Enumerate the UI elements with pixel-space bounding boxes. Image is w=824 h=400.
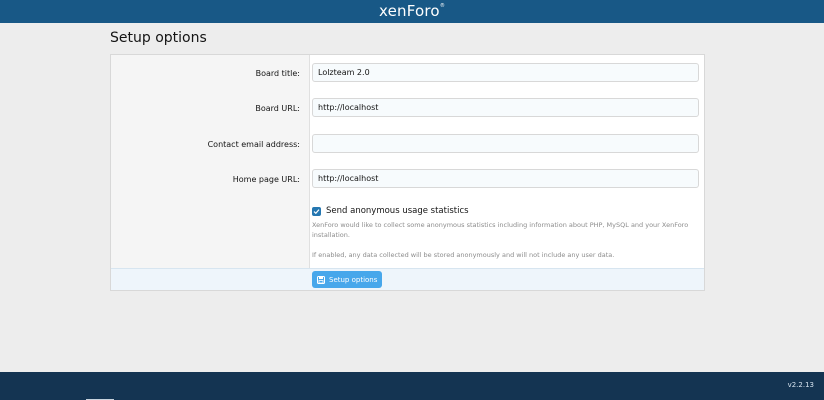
form-submit-row: Setup options (111, 268, 704, 290)
home-page-url-label: Home page URL: (232, 175, 300, 184)
board-url-label: Board URL: (255, 104, 300, 113)
contact-email-label: Contact email address: (207, 140, 300, 149)
board-title-input[interactable] (312, 63, 699, 82)
setup-options-button[interactable]: Setup options (312, 271, 383, 288)
board-title-label: Board title: (255, 69, 300, 78)
version-label: v2.2.13 (787, 381, 814, 389)
xenforo-logo: xenForo® (378, 2, 446, 20)
usage-stats-privacy-hint: If enabled, any data collected will be s… (312, 251, 615, 259)
setup-options-button-label: Setup options (329, 275, 378, 284)
usage-stats-label: Send anonymous usage statistics (326, 206, 469, 216)
check-icon (313, 208, 320, 214)
usage-stats-option[interactable]: Send anonymous usage statistics (312, 206, 469, 216)
page-title: Setup options (110, 30, 207, 46)
usage-stats-checkbox[interactable] (312, 206, 321, 216)
contact-email-input[interactable] (312, 134, 699, 153)
setup-options-form: Board title: Board URL: Contact email ad… (110, 54, 705, 291)
top-header: xenForo® (0, 0, 824, 23)
home-page-url-input[interactable] (312, 169, 699, 188)
page-footer: v2.2.13 (0, 372, 824, 400)
label-column (111, 55, 310, 268)
save-icon (317, 275, 325, 284)
usage-stats-hint: XenForo would like to collect some anony… (312, 221, 689, 239)
board-url-input[interactable] (312, 98, 699, 117)
